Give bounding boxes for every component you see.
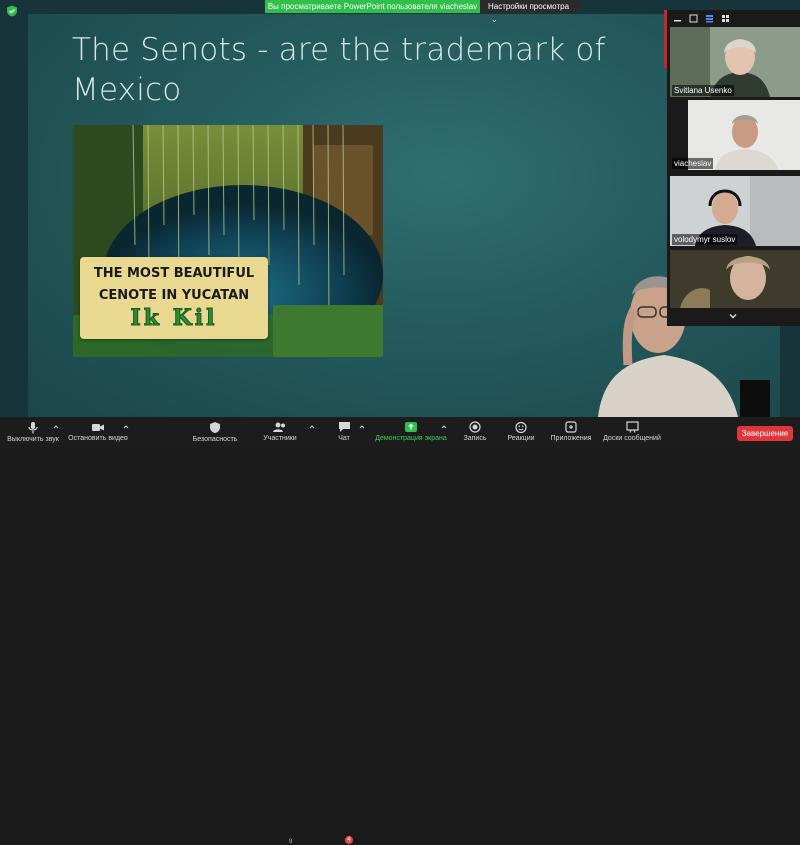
chevron-down-icon: ⌄ [491,15,498,24]
view-strip-icon[interactable] [705,14,714,23]
caret-up-icon[interactable] [53,424,59,430]
share-screen-label: Демонстрация экрана [375,435,447,442]
reactions-button[interactable]: Реакции [506,417,536,449]
chevron-down-icon[interactable] [727,310,739,322]
participant-tile[interactable]: Svitlana Usenko [670,27,800,97]
chat-bubble-icon [338,422,350,432]
caption-line-2: CENOTE IN YUCATAN [98,288,250,303]
share-screen-icon [405,422,417,432]
cenote-caption-card: THE MOST BEAUTIFUL CENOTE IN YUCATAN Ik … [80,257,268,339]
signal-bars-icon [740,380,770,417]
participant-tile[interactable]: viacheslav [670,100,800,170]
chat-unread-badge: 4 [345,836,353,844]
participant-video [670,250,800,308]
microphone-icon [28,422,38,434]
participants-label: Участники [263,435,297,442]
mute-label: Выключить звук [7,436,59,443]
slide-title: The Senots - are the trademark of Mexico [72,32,606,108]
caption-line-1: THE MOST BEAUTIFUL [93,266,255,281]
chat-label: Чат [338,435,350,442]
view-single-icon[interactable] [689,14,698,23]
stop-video-label: Остановить видео [68,435,128,442]
mute-button[interactable]: Выключить звук [4,417,62,449]
view-settings-button[interactable]: Настройки просмотра ⌄ [480,0,580,24]
reactions-label: Реакции [507,435,535,442]
participants-icon [273,422,285,432]
smiley-icon [514,421,527,433]
stop-video-button[interactable]: Остановить видео [66,417,130,449]
viewing-share-text: Вы просматриваете PowerPoint пользовател… [265,0,480,13]
security-button[interactable]: Безопасность [190,417,240,449]
caret-up-icon[interactable] [309,424,315,430]
screen-share-banner: Вы просматриваете PowerPoint пользовател… [265,0,580,24]
participant-tile[interactable]: volodymyr suslov [670,176,800,246]
whiteboards-label: Доски сообщений [603,435,661,442]
apps-icon [565,421,577,433]
participant-name: Svitlana Usenko [672,85,734,96]
whiteboards-button[interactable]: Доски сообщений [600,417,664,449]
caption-line-3: Ik Kil [130,305,218,332]
security-label: Безопасность [192,436,238,443]
participant-tile[interactable] [670,250,800,308]
participant-name: viacheslav [672,158,714,169]
participants-video-panel: Svitlana Usenko viacheslav volodymyr sus… [667,10,800,326]
view-grid-icon[interactable] [721,14,730,23]
participant-name: volodymyr suslov [672,234,738,245]
meeting-toolbar: Выключить звук Остановить видео Безопасн… [0,417,800,845]
video-panel-toolbar [667,10,800,26]
apps-button[interactable]: Приложения [548,417,594,449]
participants-count: 9 [289,839,293,845]
view-settings-label: Настройки просмотра [488,2,570,11]
record-label: Запись [463,435,487,442]
whiteboard-icon [625,421,639,433]
caret-up-icon[interactable] [359,424,365,430]
end-meeting-button[interactable]: Завершение [737,426,793,441]
participants-button[interactable]: Участники [258,417,302,449]
caret-up-icon[interactable] [441,424,447,430]
minimize-icon[interactable] [673,14,682,23]
chat-button[interactable]: Чат [334,417,354,449]
record-icon [469,421,481,433]
encryption-shield-icon[interactable] [6,5,18,17]
caret-up-icon[interactable] [123,424,129,430]
video-camera-icon [92,424,104,431]
security-shield-icon [210,422,220,433]
share-screen-button[interactable]: Демонстрация экрана [372,417,450,449]
record-button[interactable]: Запись [462,417,488,449]
apps-label: Приложения [550,435,592,442]
